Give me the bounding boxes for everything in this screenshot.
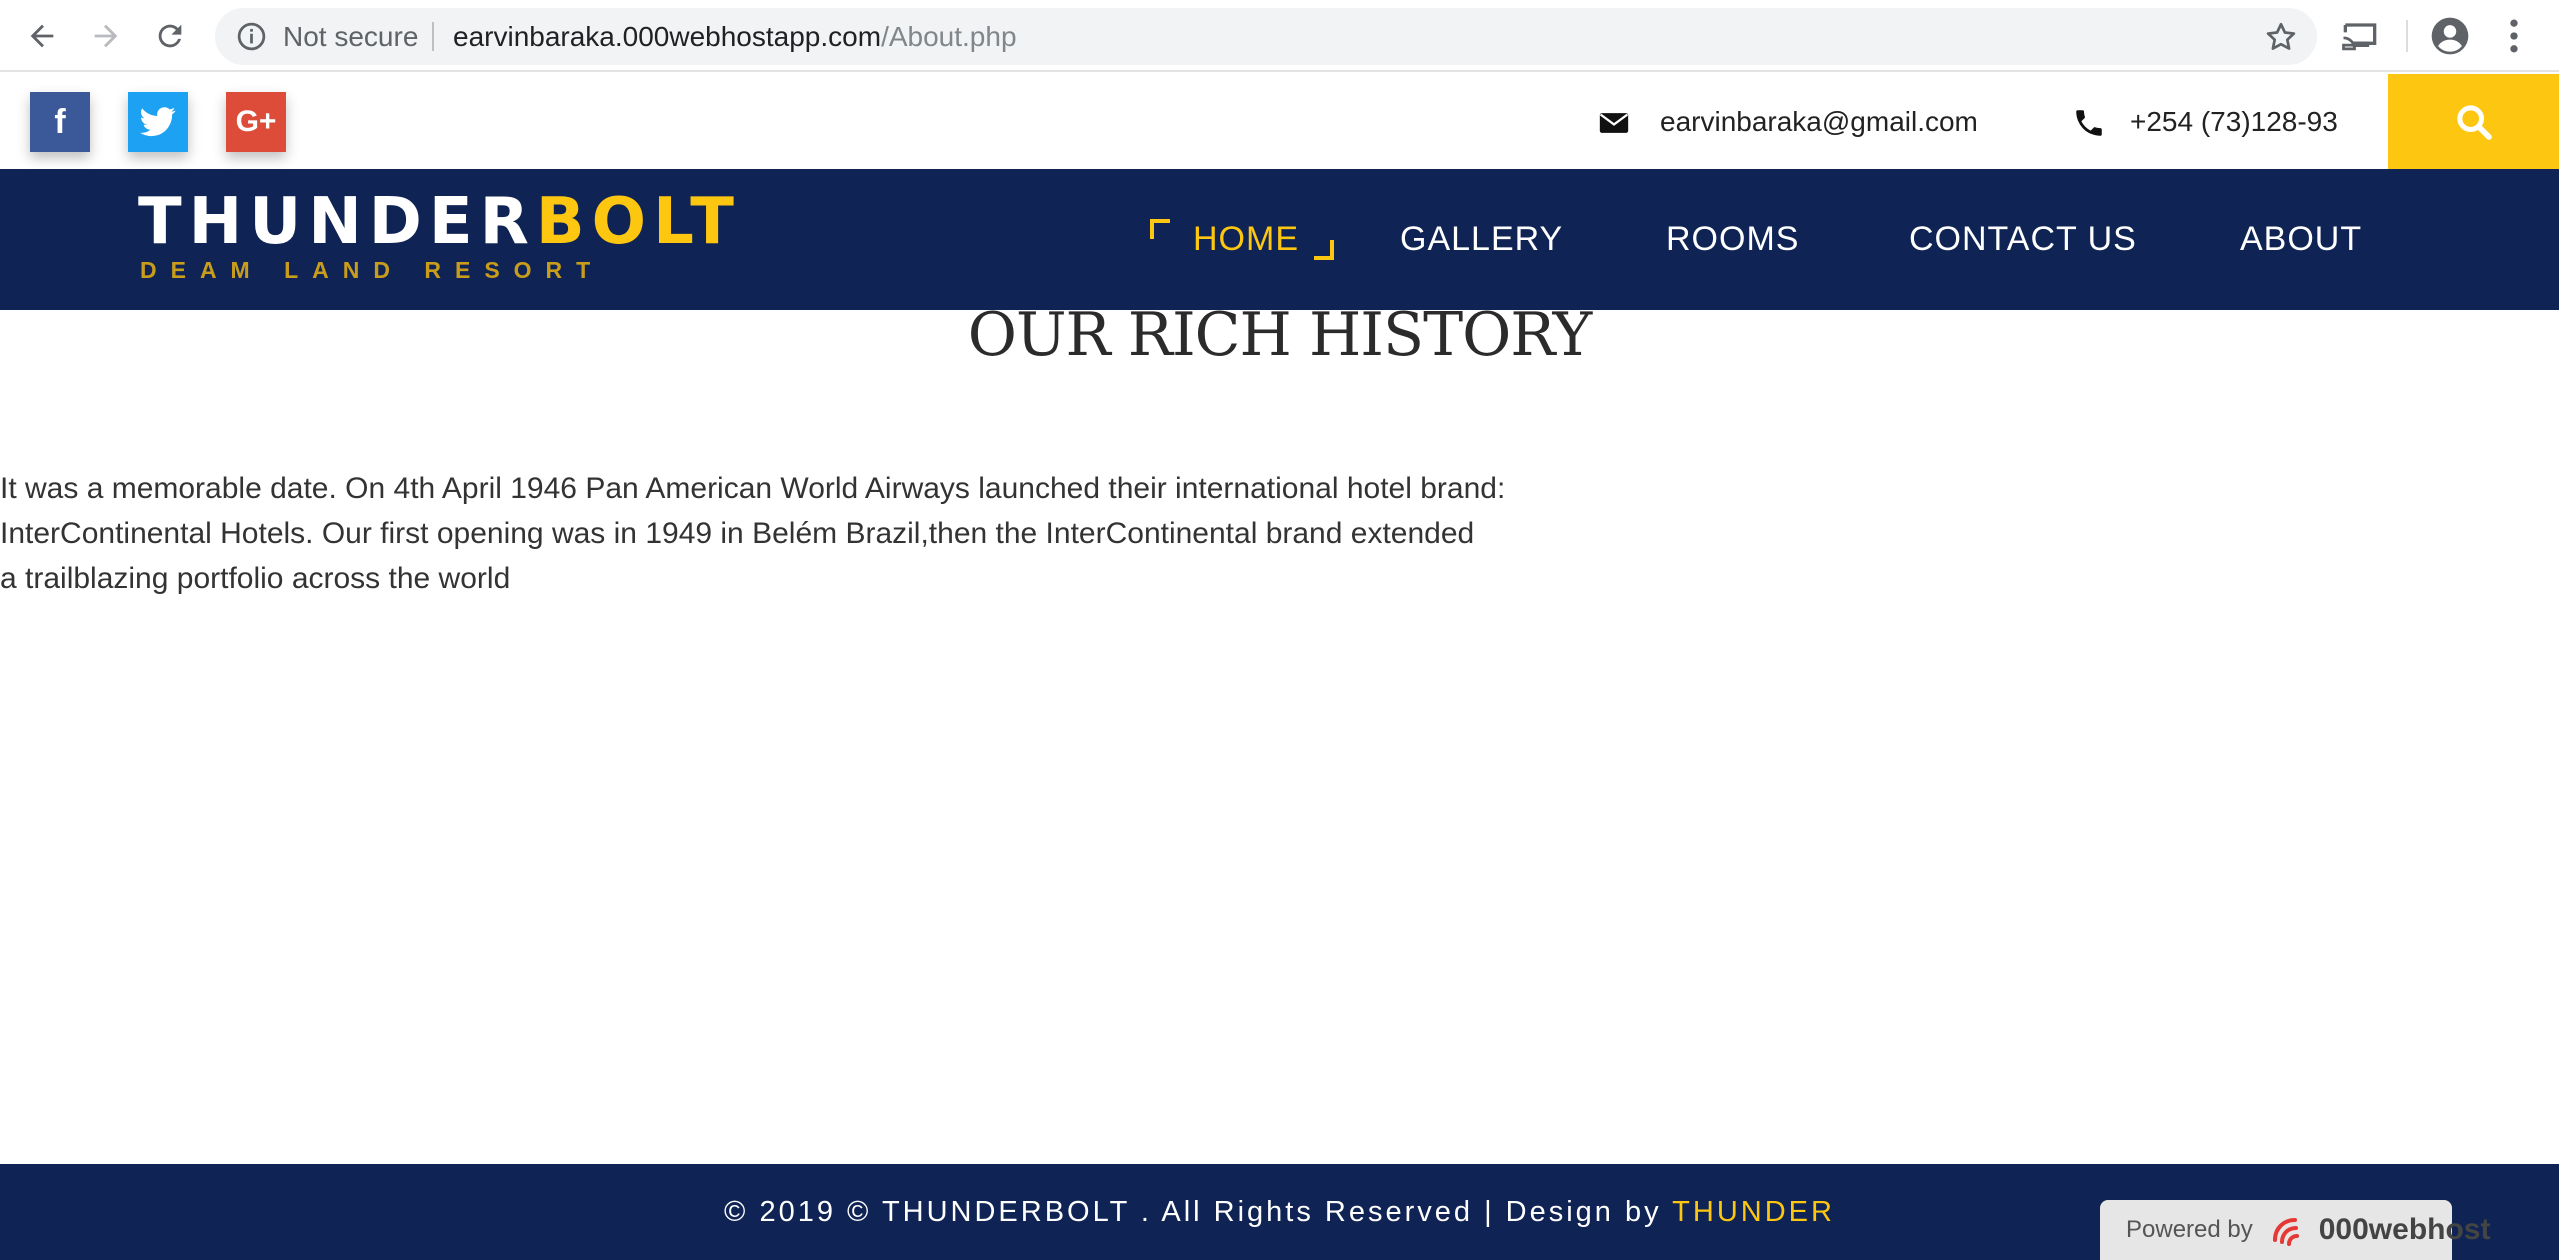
active-bracket-bottom-right bbox=[1314, 240, 1334, 260]
reload-icon bbox=[158, 24, 182, 48]
reload-button[interactable] bbox=[144, 10, 196, 62]
designer-link[interactable]: THUNDER bbox=[1672, 1196, 1835, 1228]
browser-toolbar: Not secure earvinbaraka.000webhostapp.co… bbox=[0, 0, 2559, 72]
omnibox-separator bbox=[432, 22, 434, 51]
paragraph-line: InterContinental Hotels. Our first openi… bbox=[0, 517, 1475, 550]
nav-contact-us[interactable]: CONTACT US bbox=[1909, 169, 2137, 310]
url-path: /About.php bbox=[881, 21, 1017, 52]
contact-phone[interactable]: +254 (73)128-93 bbox=[2130, 74, 2338, 169]
account-icon[interactable] bbox=[2428, 14, 2472, 58]
info-icon[interactable] bbox=[235, 20, 268, 53]
twitter-icon[interactable] bbox=[128, 92, 188, 152]
nav-rooms[interactable]: ROOMS bbox=[1666, 169, 1799, 310]
copyright-prefix: © 2019 © THUNDERBOLT . All Rights Reserv… bbox=[724, 1196, 1673, 1228]
nav-gallery[interactable]: GALLERY bbox=[1400, 169, 1563, 310]
history-paragraph: It was a memorable date. On 4th April 19… bbox=[0, 466, 1600, 601]
site-logo[interactable]: THUNDERBOLT bbox=[138, 187, 741, 257]
badge-logo: 000webhost bbox=[2267, 1210, 2491, 1250]
back-icon bbox=[30, 24, 54, 48]
contact-email[interactable]: earvinbaraka@gmail.com bbox=[1660, 74, 1978, 169]
url-host: earvinbaraka.000webhostapp.com bbox=[453, 21, 882, 52]
star-icon[interactable] bbox=[2263, 19, 2299, 55]
forward-icon bbox=[94, 24, 118, 48]
badge-label: Powered by bbox=[2126, 1216, 2253, 1243]
address-bar[interactable]: Not secure earvinbaraka.000webhostapp.co… bbox=[215, 8, 2317, 65]
logo-text-accent: BOLT bbox=[535, 185, 741, 259]
cast-icon[interactable] bbox=[2338, 14, 2382, 58]
phone-icon bbox=[2076, 110, 2102, 136]
logo-text-primary: THUNDER bbox=[138, 185, 536, 259]
site-footer: © 2019 © THUNDERBOLT . All Rights Reserv… bbox=[0, 1164, 2559, 1260]
forward-button[interactable] bbox=[80, 10, 132, 62]
top-info-bar: f G+ earvinbaraka@gmail.com +254 (73)128… bbox=[0, 74, 2559, 169]
powered-by-badge[interactable]: Powered by 000webhost bbox=[2100, 1200, 2490, 1260]
paragraph-line: It was a memorable date. On 4th April 19… bbox=[0, 472, 1506, 505]
badge-brand: 000webhost bbox=[2318, 1213, 2491, 1246]
active-bracket-top-left bbox=[1150, 219, 1170, 239]
search-button[interactable] bbox=[2388, 74, 2559, 169]
menu-icon[interactable] bbox=[2492, 14, 2536, 58]
url-text[interactable]: earvinbaraka.000webhostapp.com/About.php bbox=[453, 8, 1017, 65]
page-title: OUR RICH HISTORY bbox=[967, 300, 1592, 370]
main-navigation: THUNDERBOLT DEAM LAND RESORT HOME GALLER… bbox=[0, 169, 2559, 310]
nav-home[interactable]: HOME bbox=[1193, 169, 1299, 310]
toolbar-separator bbox=[2406, 20, 2408, 52]
back-button[interactable] bbox=[16, 10, 68, 62]
logo-tagline: DEAM LAND RESORT bbox=[140, 257, 605, 283]
envelope-icon bbox=[1599, 113, 1629, 133]
security-status[interactable]: Not secure bbox=[283, 8, 418, 65]
search-icon bbox=[2456, 104, 2492, 140]
facebook-icon[interactable]: f bbox=[30, 92, 90, 152]
nav-about[interactable]: ABOUT bbox=[2240, 169, 2362, 310]
google-plus-icon[interactable]: G+ bbox=[226, 92, 286, 152]
webhost-logo-icon bbox=[2272, 1218, 2299, 1246]
paragraph-line: a trailblazing portfolio across the worl… bbox=[0, 562, 511, 595]
